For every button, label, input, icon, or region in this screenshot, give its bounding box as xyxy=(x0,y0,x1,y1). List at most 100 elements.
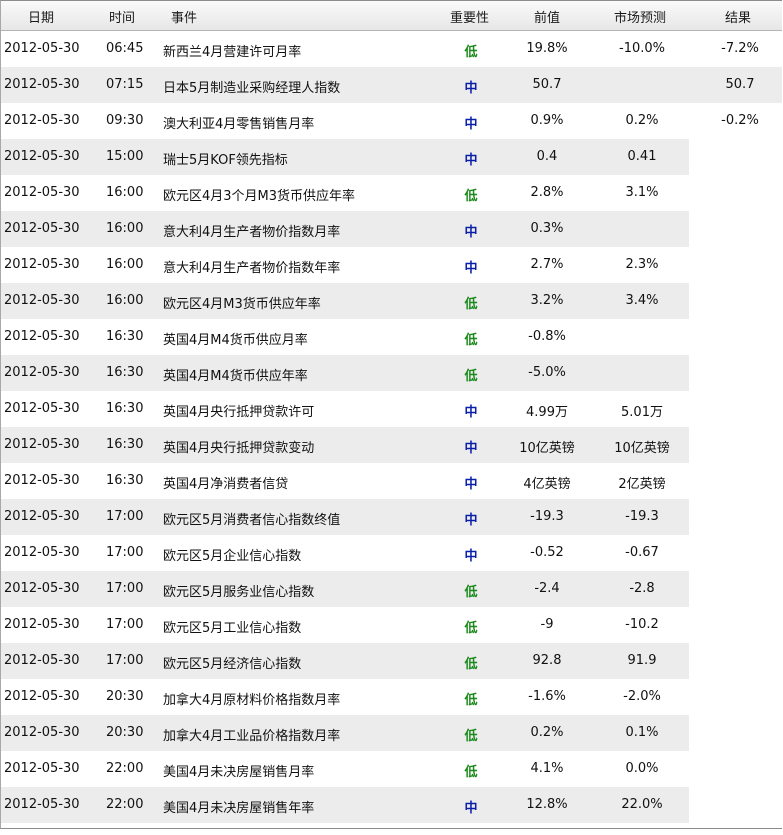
row-date: 2012-05-30 xyxy=(4,545,80,560)
row-event[interactable]: 加拿大4月原材料价格指数月率 xyxy=(163,689,340,708)
row-importance: 低 xyxy=(464,729,478,744)
row-date: 2012-05-30 xyxy=(4,113,80,128)
header-date[interactable]: 日期 xyxy=(28,7,54,26)
row-event[interactable]: 瑞士5月KOF领先指标 xyxy=(163,149,288,168)
header-event[interactable]: 事件 xyxy=(171,7,197,26)
row-event[interactable]: 英国4月央行抵押贷款许可 xyxy=(163,401,314,420)
row-time: 16:30 xyxy=(106,473,144,488)
row-previous: 0.2% xyxy=(530,725,564,740)
row-event[interactable]: 意大利4月生产者物价指数年率 xyxy=(163,257,340,276)
row-importance: 低 xyxy=(464,693,478,708)
row-date: 2012-05-30 xyxy=(4,437,80,452)
row-event[interactable]: 欧元区5月消费者信心指数终值 xyxy=(163,509,340,528)
row-forecast: 5.01万 xyxy=(621,405,663,420)
table-body: 2012-05-30 06:45 新西兰4月营建许可月率低 19.8% -10.0% -7… xyxy=(1,31,782,823)
header-previous[interactable]: 前值 xyxy=(534,7,560,26)
header-result[interactable]: 结果 xyxy=(725,7,751,26)
row-forecast: -0.67 xyxy=(625,545,659,560)
row-forecast: 0.1% xyxy=(625,725,659,740)
row-previous: 92.8 xyxy=(532,653,562,668)
row-time: 06:45 xyxy=(106,41,144,56)
row-event[interactable]: 欧元区4月M3货币供应年率 xyxy=(163,293,321,312)
header-forecast[interactable]: 市场预测 xyxy=(614,7,666,26)
row-previous: -1.6% xyxy=(528,689,566,704)
row-result: -7.2% xyxy=(721,41,759,56)
row-importance: 中 xyxy=(464,117,478,132)
row-forecast: 10亿英镑 xyxy=(614,441,670,456)
row-previous: 2.7% xyxy=(530,257,564,272)
row-time: 16:00 xyxy=(106,257,144,272)
row-event[interactable]: 美国4月未决房屋销售年率 xyxy=(163,797,314,816)
row-previous: -19.3 xyxy=(530,509,564,524)
row-event[interactable]: 意大利4月生产者物价指数月率 xyxy=(163,221,340,240)
row-importance: 中 xyxy=(464,477,478,492)
row-time: 16:30 xyxy=(106,401,144,416)
row-date: 2012-05-30 xyxy=(4,617,80,632)
row-event[interactable]: 欧元区5月服务业信心指数 xyxy=(163,581,314,600)
row-previous: 10亿英镑 xyxy=(519,441,575,456)
row-event[interactable]: 新西兰4月营建许可月率 xyxy=(163,41,301,60)
table-row: 2012-05-30 16:30 英国4月M4货币供应月率 低 -0.8% xyxy=(1,319,782,355)
row-date: 2012-05-30 xyxy=(4,401,80,416)
row-previous: 50.7 xyxy=(532,77,562,92)
row-event[interactable]: 欧元区5月企业信心指数 xyxy=(163,545,301,564)
row-time: 17:00 xyxy=(106,545,144,560)
row-previous: -2.4 xyxy=(534,581,560,596)
row-date: 2012-05-30 xyxy=(4,221,80,236)
row-forecast: 2.3% xyxy=(625,257,659,272)
row-date: 2012-05-30 xyxy=(4,149,80,164)
table-row: 2012-05-30 22:00 美国4月未决房屋销售月率 低 4.1% 0.0% xyxy=(1,751,782,787)
row-importance: 中 xyxy=(464,81,478,96)
header-importance[interactable]: 重要性 xyxy=(450,7,489,26)
row-forecast: -10.2 xyxy=(625,617,659,632)
row-importance: 中 xyxy=(464,153,478,168)
row-event[interactable]: 日本5月制造业采购经理人指数 xyxy=(163,77,340,96)
row-event[interactable]: 欧元区5月工业信心指数 xyxy=(163,617,301,636)
row-importance: 低 xyxy=(464,333,478,348)
row-event[interactable]: 加拿大4月工业品价格指数月率 xyxy=(163,725,340,744)
row-date: 2012-05-30 xyxy=(4,365,80,380)
row-date: 2012-05-30 xyxy=(4,509,80,524)
row-importance: 低 xyxy=(464,45,478,60)
row-forecast: 0.2% xyxy=(625,113,659,128)
row-date: 2012-05-30 xyxy=(4,797,80,812)
row-date: 2012-05-30 xyxy=(4,689,80,704)
row-importance: 低 xyxy=(464,657,478,672)
row-time: 09:30 xyxy=(106,113,144,128)
row-time: 16:30 xyxy=(106,329,144,344)
row-forecast: -2.8 xyxy=(629,581,655,596)
row-importance: 中 xyxy=(464,801,478,816)
row-event[interactable]: 英国4月M4货币供应月率 xyxy=(163,329,308,348)
row-importance: 中 xyxy=(464,549,478,564)
table-row: 2012-05-30 20:30 加拿大4月原材料价格指数月率 低 -1.6% -2.0% xyxy=(1,679,782,715)
row-date: 2012-05-30 xyxy=(4,761,80,776)
row-time: 17:00 xyxy=(106,509,144,524)
row-previous: 0.4 xyxy=(536,149,558,164)
table-row: 2012-05-30 09:30 澳大利亚4月零售销售月率 中 0.9% 0.2% -0.2… xyxy=(1,103,782,139)
row-date: 2012-05-30 xyxy=(4,653,80,668)
row-time: 15:00 xyxy=(106,149,144,164)
row-time: 20:30 xyxy=(106,725,144,740)
table-row: 2012-05-30 16:30 英国4月央行抵押贷款变动 中 10亿英镑 10亿英镑 xyxy=(1,427,782,463)
row-event[interactable]: 美国4月未决房屋销售月率 xyxy=(163,761,314,780)
table-row: 2012-05-30 17:00 欧元区5月工业信心指数 低 -9 -10.2 xyxy=(1,607,782,643)
row-previous: 4亿英镑 xyxy=(523,477,571,492)
row-time: 07:15 xyxy=(106,77,144,92)
row-previous: 12.8% xyxy=(526,797,568,812)
header-time[interactable]: 时间 xyxy=(109,7,135,26)
row-importance: 低 xyxy=(464,621,478,636)
row-event[interactable]: 英国4月净消费者信贷 xyxy=(163,473,288,492)
row-forecast: -2.0% xyxy=(623,689,661,704)
row-event[interactable]: 英国4月央行抵押贷款变动 xyxy=(163,437,314,456)
row-previous: -9 xyxy=(540,617,554,632)
row-event[interactable]: 欧元区4月3个月M3货币供应年率 xyxy=(163,185,355,204)
row-time: 16:30 xyxy=(106,365,144,380)
row-event[interactable]: 英国4月M4货币供应年率 xyxy=(163,365,308,384)
row-date: 2012-05-30 xyxy=(4,41,80,56)
row-time: 16:30 xyxy=(106,437,144,452)
row-time: 22:00 xyxy=(106,797,144,812)
row-event[interactable]: 澳大利亚4月零售销售月率 xyxy=(163,113,314,132)
row-date: 2012-05-30 xyxy=(4,185,80,200)
row-event[interactable]: 欧元区5月经济信心指数 xyxy=(163,653,301,672)
row-time: 16:00 xyxy=(106,221,144,236)
